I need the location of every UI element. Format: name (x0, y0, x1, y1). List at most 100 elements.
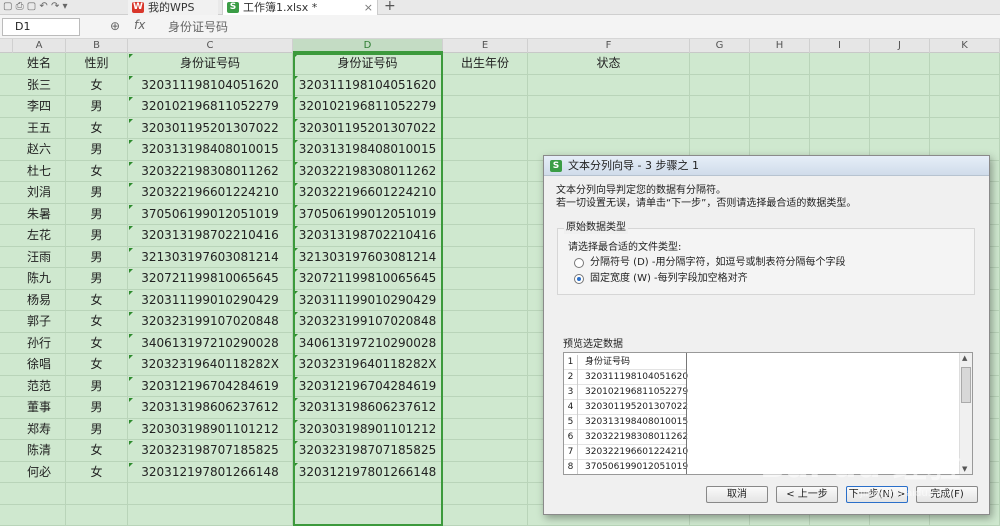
cell[interactable] (750, 117, 810, 139)
cell[interactable] (443, 332, 528, 354)
cell[interactable] (443, 440, 528, 461)
cell-gender[interactable]: 男 (66, 246, 128, 268)
option-delimited-label[interactable]: 分隔符号 (D) -用分隔字符，如逗号或制表符分隔每个字段 (590, 257, 845, 269)
cell[interactable] (690, 117, 750, 139)
cell[interactable] (870, 96, 930, 117)
cell-id[interactable]: 320102196811052279 (128, 96, 293, 117)
cell-id-copy[interactable]: 340613197210290028 (293, 332, 443, 354)
cell-name[interactable]: 杜七 (13, 160, 66, 182)
finish-button[interactable]: 完成(F) (916, 486, 978, 503)
tab-my-wps[interactable]: W 我的WPS (128, 0, 218, 15)
cell-header-gender[interactable]: 性别 (66, 53, 128, 74)
cell-id[interactable]: 320313198408010015 (128, 139, 293, 160)
cell[interactable] (443, 246, 528, 268)
column-header-h[interactable]: H (750, 39, 810, 53)
cell-name[interactable]: 李四 (13, 96, 66, 117)
scroll-thumb[interactable] (961, 367, 971, 403)
column-header-d[interactable]: D (293, 39, 443, 53)
cell-id[interactable]: 320312196704284619 (128, 375, 293, 397)
cell[interactable] (128, 504, 293, 526)
cell[interactable] (443, 418, 528, 440)
cell-gender[interactable]: 男 (66, 225, 128, 246)
cell-id-copy[interactable]: 320313198702210416 (293, 225, 443, 246)
cell-name[interactable]: 刘涓 (13, 182, 66, 203)
cell-id-copy[interactable]: 320313198408010015 (293, 139, 443, 160)
cell-header-id[interactable]: 身份证号码 (128, 53, 293, 74)
cell-name[interactable]: 郑寿 (13, 418, 66, 440)
cell-id[interactable]: 320721199810065645 (128, 268, 293, 289)
column-header-g[interactable]: G (690, 39, 750, 53)
cell[interactable] (528, 96, 690, 117)
cell-id[interactable]: 320301195201307022 (128, 117, 293, 139)
cell-gender[interactable]: 男 (66, 203, 128, 225)
cell[interactable] (293, 483, 443, 504)
cell[interactable] (690, 96, 750, 117)
cell-gender[interactable]: 男 (66, 96, 128, 117)
quick-access-icons[interactable]: ▢ ⎙ ▢ ↶ ↷ ▾ (3, 1, 68, 13)
cell[interactable] (443, 96, 528, 117)
cell[interactable] (870, 117, 930, 139)
cell-gender[interactable]: 女 (66, 74, 128, 96)
column-header-a[interactable]: A (13, 39, 66, 53)
cell[interactable] (810, 117, 870, 139)
cell-id[interactable]: 320303198901101212 (128, 418, 293, 440)
cell[interactable] (13, 504, 66, 526)
cell-id[interactable]: 321303197603081214 (128, 246, 293, 268)
cell-id-copy[interactable]: 321303197603081214 (293, 246, 443, 268)
cell[interactable] (443, 74, 528, 96)
cell[interactable] (528, 74, 690, 96)
cell-id-copy[interactable]: 320102196811052279 (293, 96, 443, 117)
cell-gender[interactable]: 男 (66, 268, 128, 289)
cell[interactable] (443, 397, 528, 418)
cell-header-status[interactable]: 状态 (528, 53, 690, 74)
column-header-i[interactable]: I (810, 39, 870, 53)
cell[interactable] (443, 375, 528, 397)
cell[interactable] (443, 203, 528, 225)
cell-name[interactable]: 汪雨 (13, 246, 66, 268)
cell-id-copy[interactable]: 320301195201307022 (293, 117, 443, 139)
cell[interactable] (690, 74, 750, 96)
cell-id[interactable]: 320322198308011262 (128, 160, 293, 182)
cell[interactable] (13, 483, 66, 504)
cell-name[interactable]: 郭子 (13, 311, 66, 332)
cell-name[interactable]: 何必 (13, 461, 66, 483)
cell-id[interactable]: 320323198707185825 (128, 440, 293, 461)
cell[interactable] (870, 53, 930, 74)
cell-id[interactable]: 320311199010290429 (128, 289, 293, 311)
cell-id-copy[interactable]: 320322196601224210 (293, 182, 443, 203)
cell[interactable] (443, 289, 528, 311)
cell[interactable] (810, 74, 870, 96)
select-all-corner[interactable] (0, 39, 13, 53)
cell[interactable] (750, 74, 810, 96)
cell-gender[interactable]: 女 (66, 354, 128, 375)
cell[interactable] (528, 117, 690, 139)
cell-gender[interactable]: 女 (66, 461, 128, 483)
preview-scrollbar[interactable]: ▲ ▼ (959, 353, 972, 474)
cell[interactable] (443, 311, 528, 332)
cell[interactable] (810, 53, 870, 74)
cell-name[interactable]: 董事 (13, 397, 66, 418)
cell-header-birth-year[interactable]: 出生年份 (443, 53, 528, 74)
cell-id-copy[interactable]: 320323199107020848 (293, 311, 443, 332)
cell[interactable] (66, 504, 128, 526)
cell[interactable] (443, 268, 528, 289)
cell-id-copy[interactable]: 320721199810065645 (293, 268, 443, 289)
cell-name[interactable]: 陈九 (13, 268, 66, 289)
cell-id[interactable]: 32032319640118282X (128, 354, 293, 375)
back-button[interactable]: < 上一步 (776, 486, 838, 503)
formula-input[interactable]: 身份证号码 (168, 18, 228, 36)
cell[interactable] (870, 74, 930, 96)
cell[interactable] (810, 96, 870, 117)
cell[interactable] (66, 483, 128, 504)
cell[interactable] (128, 483, 293, 504)
cell-name[interactable]: 范范 (13, 375, 66, 397)
cell-name[interactable]: 孙行 (13, 332, 66, 354)
cell-gender[interactable]: 女 (66, 440, 128, 461)
cell-gender[interactable]: 男 (66, 139, 128, 160)
cell-name[interactable]: 陈清 (13, 440, 66, 461)
cell[interactable] (443, 354, 528, 375)
new-tab-icon[interactable]: + (384, 0, 396, 14)
cell[interactable] (443, 504, 528, 526)
cell-gender[interactable]: 女 (66, 332, 128, 354)
cell-name[interactable]: 徐唱 (13, 354, 66, 375)
